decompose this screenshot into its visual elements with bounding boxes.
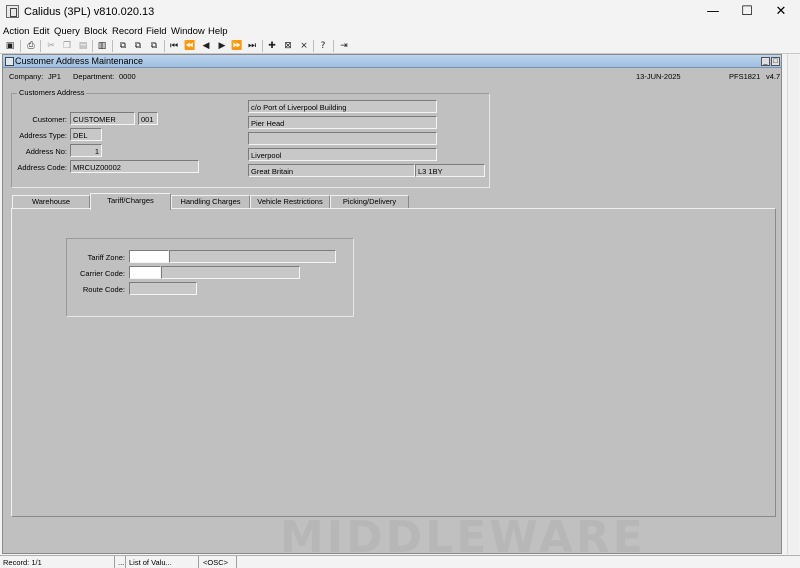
menu-help[interactable]: Help xyxy=(208,26,228,37)
toolbar-separator xyxy=(262,40,263,52)
status-separator xyxy=(198,556,199,568)
help-icon[interactable]: ? xyxy=(317,40,329,52)
department-value: 0000 xyxy=(119,72,136,81)
delete-record-icon[interactable]: ⊠ xyxy=(282,40,294,52)
menu-block[interactable]: Block xyxy=(84,26,107,37)
customer-seq-field[interactable]: 001 xyxy=(138,112,158,125)
address-no-label: Address No: xyxy=(25,147,67,156)
form-date: 13-JUN-2025 xyxy=(636,72,681,81)
form-minimize-button[interactable]: _ xyxy=(761,57,770,66)
paste-record-icon[interactable]: ⧉ xyxy=(148,40,160,52)
tariff-zone-field[interactable] xyxy=(129,250,169,263)
customers-address-title: Customers Address xyxy=(17,88,87,97)
address-type-field[interactable]: DEL xyxy=(70,128,102,141)
address-line-2-field[interactable]: Pier Head xyxy=(248,116,437,129)
clear-field-icon[interactable]: ⨯ xyxy=(298,40,310,52)
window-titlebar: Calidus (3PL) v810.020.13 — ☐ ✕ xyxy=(0,0,800,24)
previous-set-icon[interactable]: ⏪ xyxy=(184,40,196,52)
screen-version: v4.7 xyxy=(766,72,781,81)
status-separator xyxy=(236,556,237,568)
minimize-button[interactable]: — xyxy=(696,0,730,24)
status-list-of-values: List of Valu... xyxy=(129,558,172,567)
form-titlebar: Customer Address Maintenance _ □ xyxy=(3,55,781,68)
form-title: Customer Address Maintenance xyxy=(15,56,144,66)
menu-action[interactable]: Action xyxy=(3,26,29,37)
customer-address-form: Customer Address Maintenance _ □ Company… xyxy=(2,54,782,554)
close-button[interactable]: ✕ xyxy=(764,0,798,24)
save-icon[interactable]: ▣ xyxy=(4,40,16,52)
next-record-icon[interactable]: ▶ xyxy=(216,40,228,52)
menu-bar: Action Edit Query Block Record Field Win… xyxy=(0,24,800,38)
status-record: Record: 1/1 xyxy=(3,558,42,567)
tab-vehicle-restrictions[interactable]: Vehicle Restrictions xyxy=(250,195,330,209)
carrier-code-description-field[interactable] xyxy=(161,266,300,279)
company-value: JP1 xyxy=(48,72,61,81)
status-separator xyxy=(125,556,126,568)
route-code-field[interactable] xyxy=(129,282,197,295)
toolbar-separator xyxy=(112,40,113,52)
first-record-icon[interactable]: ⏮ xyxy=(168,40,180,52)
menu-record[interactable]: Record xyxy=(112,26,143,37)
toolbar-separator xyxy=(20,40,21,52)
tab-handling-charges[interactable]: Handling Charges xyxy=(171,195,250,209)
tab-warehouse[interactable]: Warehouse xyxy=(12,195,90,209)
company-label: Company: xyxy=(9,72,44,81)
tab-tariff-charges[interactable]: Tariff/Charges xyxy=(90,193,171,210)
window-title: Calidus (3PL) v810.020.13 xyxy=(24,6,155,18)
form-info-bar: Company: JP1 Department: 0000 13-JUN-202… xyxy=(3,69,781,82)
cut-icon[interactable]: ✂ xyxy=(45,40,57,52)
status-mode: <OSC> xyxy=(203,558,229,567)
customer-field[interactable]: CUSTOMER xyxy=(70,112,135,125)
copy-icon[interactable]: ❐ xyxy=(61,40,73,52)
copy-record-icon[interactable]: ⧉ xyxy=(132,40,144,52)
insert-record-icon[interactable]: ✚ xyxy=(266,40,278,52)
country-field[interactable]: Great Britain xyxy=(248,164,415,177)
address-line-1-field[interactable]: c/o Port of Liverpool Building xyxy=(248,100,437,113)
address-line-4-field[interactable]: Liverpool xyxy=(248,148,437,161)
toolbar-separator xyxy=(164,40,165,52)
menu-field[interactable]: Field xyxy=(146,26,167,37)
menu-window[interactable]: Window xyxy=(171,26,205,37)
toolbar: ▣ ⎙ ✂ ❐ ▤ ▥ ⧉ ⧉ ⧉ ⏮ ⏪ ◀ ▶ ⏩ ⏭ ✚ ⊠ ⨯ ? ⇥ xyxy=(0,38,800,54)
vertical-scrollbar[interactable] xyxy=(787,54,799,554)
clear-block-icon[interactable]: ▥ xyxy=(96,40,108,52)
paste-icon[interactable]: ▤ xyxy=(77,40,89,52)
carrier-code-field[interactable] xyxy=(129,266,161,279)
address-line-3-field[interactable] xyxy=(248,132,437,145)
toolbar-separator xyxy=(313,40,314,52)
tariff-zone-description-field[interactable] xyxy=(169,250,336,263)
address-type-label: Address Type: xyxy=(19,131,67,140)
exit-icon[interactable]: ⇥ xyxy=(338,40,350,52)
carrier-code-label: Carrier Code: xyxy=(79,269,125,278)
form-maximize-button[interactable]: □ xyxy=(771,57,780,66)
tab-picking-delivery[interactable]: Picking/Delivery xyxy=(330,195,409,209)
last-record-icon[interactable]: ⏭ xyxy=(246,40,258,52)
tariff-zone-label: Tariff Zone: xyxy=(87,253,125,262)
print-icon[interactable]: ⎙ xyxy=(25,40,37,52)
previous-record-icon[interactable]: ◀ xyxy=(200,40,212,52)
department-label: Department: xyxy=(73,72,115,81)
next-set-icon[interactable]: ⏩ xyxy=(231,40,243,52)
status-bar: Record: 1/1 ... List of Valu... <OSC> xyxy=(0,555,800,568)
form-icon xyxy=(5,57,14,66)
status-separator xyxy=(114,556,115,568)
route-code-label: Route Code: xyxy=(82,285,125,294)
duplicate-record-icon[interactable]: ⧉ xyxy=(117,40,129,52)
maximize-button[interactable]: ☐ xyxy=(730,0,764,24)
toolbar-separator xyxy=(40,40,41,52)
toolbar-separator xyxy=(333,40,334,52)
status-dots: ... xyxy=(118,558,125,567)
customer-label: Customer: xyxy=(32,115,67,124)
address-no-field[interactable]: 1 xyxy=(70,144,102,157)
address-code-field[interactable]: MRCUZ00002 xyxy=(70,160,199,173)
menu-query[interactable]: Query xyxy=(54,26,80,37)
app-icon xyxy=(6,5,19,18)
menu-edit[interactable]: Edit xyxy=(33,26,49,37)
address-code-label: Address Code: xyxy=(17,163,67,172)
postcode-field[interactable]: L3 1BY xyxy=(415,164,485,177)
screen-code: PFS1821 xyxy=(729,72,761,81)
toolbar-separator xyxy=(92,40,93,52)
